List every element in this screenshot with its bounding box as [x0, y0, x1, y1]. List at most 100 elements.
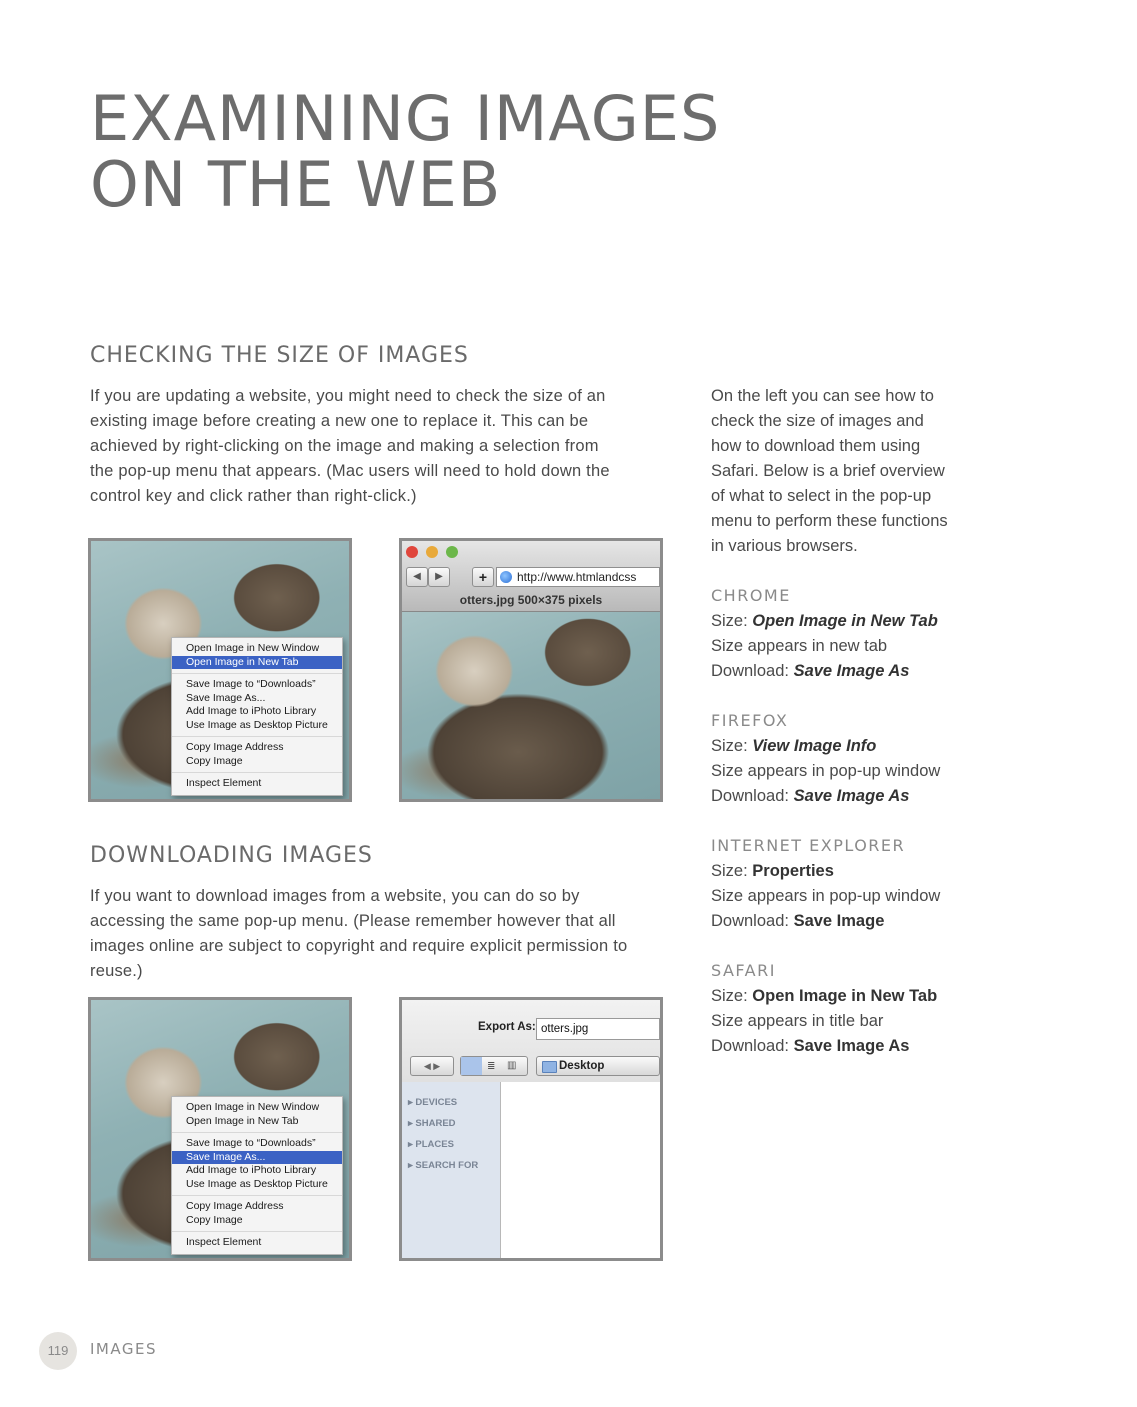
browser-ie-block: INTERNET EXPLORER Size: Properties Size … [711, 836, 1011, 934]
running-footer: IMAGES [90, 1340, 157, 1358]
menu-item[interactable]: Open Image in New Tab [172, 1115, 342, 1129]
browser-heading: INTERNET EXPLORER [711, 836, 906, 855]
note-line: Size appears in new tab [711, 637, 888, 655]
intro-line: Safari. Below is a brief overview [711, 462, 945, 480]
context-menu: Open Image in New Window Open Image in N… [171, 637, 343, 796]
menu-item[interactable]: Copy Image [172, 755, 342, 769]
browser-firefox-block: FIREFOX Size: View Image Info Size appea… [711, 711, 1011, 809]
otter-photo [402, 611, 660, 799]
menu-item[interactable]: Inspect Element [172, 1236, 342, 1250]
title-line-2: ON THE WEB [90, 148, 502, 221]
list-view-icon[interactable]: ≣ [487, 1061, 495, 1072]
body-line: reuse.) [90, 962, 143, 980]
column-view-icon[interactable]: ▥ [507, 1060, 516, 1071]
context-menu-screenshot-download: Open Image in New Window Open Image in N… [88, 997, 352, 1261]
context-menu-screenshot-size: Open Image in New Window Open Image in N… [88, 538, 352, 802]
sidebar-intro: On the left you can see how to check the… [711, 384, 1011, 559]
menu-divider [172, 772, 342, 773]
menu-item[interactable]: Save Image to “Downloads” [172, 1137, 342, 1151]
note-line: Size appears in pop-up window [711, 887, 941, 905]
sidebar-group-search[interactable]: ▸ SEARCH FOR [408, 1155, 478, 1176]
intro-line: of what to select in the pop-up [711, 487, 932, 505]
menu-divider [172, 1195, 342, 1196]
menu-divider [172, 673, 342, 674]
body-line: existing image before creating a new one… [90, 412, 589, 430]
download-line: Download: Save Image [711, 912, 885, 930]
body-line: the pop-up menu that appears. (Mac users… [90, 462, 610, 480]
size-line: Size: View Image Info [711, 737, 877, 755]
section-body-size: If you are updating a website, you might… [90, 384, 670, 509]
menu-item[interactable]: Save Image As... [172, 692, 342, 706]
page-title: EXAMINING IMAGES ON THE WEB [90, 86, 720, 218]
save-dialog-sidebar: ▸ DEVICES ▸ SHARED ▸ PLACES ▸ SEARCH FOR [402, 1082, 501, 1258]
sidebar-group-label: PLACES [415, 1139, 454, 1150]
zoom-icon[interactable] [446, 546, 458, 558]
page-number: 119 [39, 1332, 77, 1370]
tab-title[interactable]: otters.jpg 500×375 pixels [402, 593, 660, 607]
menu-item[interactable]: Inspect Element [172, 777, 342, 791]
minimize-icon[interactable] [426, 546, 438, 558]
menu-item[interactable]: Open Image in New Window [172, 1101, 342, 1115]
globe-icon [500, 571, 512, 583]
back-icon[interactable]: ◀ [406, 567, 428, 587]
filename-input[interactable]: otters.jpg [536, 1018, 660, 1040]
location-label: Desktop [559, 1060, 605, 1072]
intro-line: in various browsers. [711, 537, 858, 555]
location-popup[interactable]: Desktop [536, 1056, 660, 1076]
intro-line: check the size of images and [711, 412, 924, 430]
menu-divider [172, 1231, 342, 1232]
intro-line: On the left you can see how to [711, 387, 934, 405]
url-field[interactable]: http://www.htmlandcss [496, 567, 660, 587]
add-bookmark-button[interactable]: + [472, 567, 494, 587]
download-line: Download: Save Image As [711, 787, 910, 805]
menu-item[interactable]: Copy Image [172, 1214, 342, 1228]
note-line: Size appears in title bar [711, 1012, 884, 1030]
size-line: Size: Open Image in New Tab [711, 987, 938, 1005]
url-text: http://www.htmlandcss [517, 570, 637, 584]
file-browser-pane[interactable] [501, 1082, 660, 1258]
export-label: Export As: [478, 1021, 536, 1033]
menu-item-selected[interactable]: Save Image As... [172, 1150, 342, 1164]
download-line: Download: Save Image As [711, 1037, 910, 1055]
sidebar-group-devices[interactable]: ▸ DEVICES [408, 1092, 478, 1113]
sidebar-group-label: DEVICES [415, 1097, 458, 1108]
menu-item[interactable]: Use Image as Desktop Picture [172, 1178, 342, 1192]
browser-heading: FIREFOX [711, 711, 789, 730]
menu-item[interactable]: Save Image to “Downloads” [172, 678, 342, 692]
sidebar-group-shared[interactable]: ▸ SHARED [408, 1113, 478, 1134]
intro-line: menu to perform these functions [711, 512, 948, 530]
menu-item[interactable]: Copy Image Address [172, 741, 342, 755]
sidebar-group-places[interactable]: ▸ PLACES [408, 1134, 478, 1155]
download-line: Download: Save Image As [711, 662, 910, 680]
context-menu: Open Image in New Window Open Image in N… [171, 1096, 343, 1255]
section-heading-size: CHECKING THE SIZE OF IMAGES [90, 343, 469, 368]
menu-item[interactable]: Use Image as Desktop Picture [172, 719, 342, 733]
sidebar-group-label: SHARED [415, 1118, 456, 1129]
section-heading-download: DOWNLOADING IMAGES [90, 843, 373, 868]
browser-heading: CHROME [711, 586, 791, 605]
view-mode-icon[interactable]: ≣ ▥ [460, 1056, 528, 1076]
body-line: control key and click rather than right-… [90, 487, 417, 505]
menu-item[interactable]: Add Image to iPhoto Library [172, 705, 342, 719]
body-line: accessing the same pop-up menu. (Please … [90, 912, 616, 930]
menu-item[interactable]: Open Image in New Window [172, 642, 342, 656]
body-line: If you want to download images from a we… [90, 887, 580, 905]
save-dialog-screenshot: Export As: otters.jpg ◀ ▶ ≣ ▥ Desktop ▸ … [399, 997, 663, 1261]
size-line: Size: Open Image in New Tab [711, 612, 938, 630]
sidebar-group-label: SEARCH FOR [415, 1160, 479, 1171]
body-line: images online are subject to copyright a… [90, 937, 628, 955]
menu-item-selected[interactable]: Open Image in New Tab [172, 655, 342, 669]
browser-heading: SAFARI [711, 961, 776, 980]
forward-icon[interactable]: ▶ [428, 567, 450, 587]
body-line: achieved by right-clicking on the image … [90, 437, 599, 455]
folder-icon [542, 1061, 557, 1073]
icon-view-icon[interactable] [461, 1057, 482, 1075]
close-icon[interactable] [406, 546, 418, 558]
back-forward-icon[interactable]: ◀ ▶ [410, 1056, 454, 1076]
menu-item[interactable]: Copy Image Address [172, 1200, 342, 1214]
browser-toolbar: ◀ ▶ + http://www.htmlandcss otters.jpg 5… [402, 541, 660, 612]
menu-divider [172, 736, 342, 737]
browser-safari-block: SAFARI Size: Open Image in New Tab Size … [711, 961, 1011, 1059]
menu-item[interactable]: Add Image to iPhoto Library [172, 1164, 342, 1178]
menu-divider [172, 1132, 342, 1133]
